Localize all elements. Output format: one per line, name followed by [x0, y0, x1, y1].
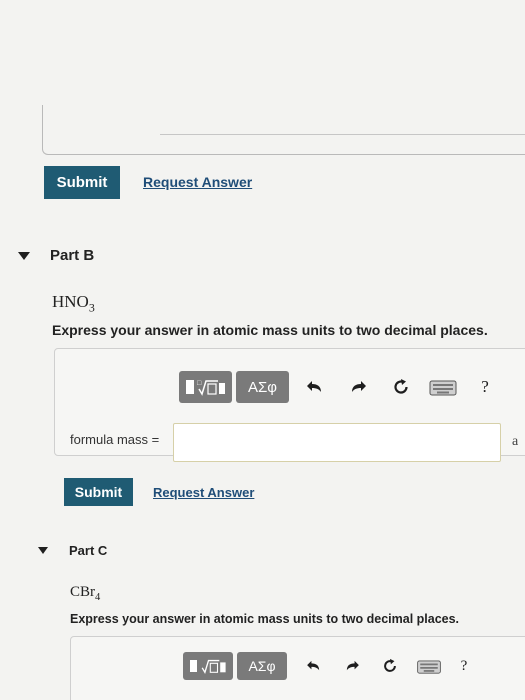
- part-b-keyboard-icon[interactable]: [428, 378, 458, 398]
- part-b-submit-button[interactable]: Submit: [64, 478, 133, 506]
- part-b-formula-mass-input[interactable]: [173, 423, 501, 462]
- part-b-redo-icon[interactable]: [348, 377, 368, 397]
- part-c-help-icon[interactable]: ?: [456, 656, 472, 676]
- part-c-formula-main: CBr: [70, 584, 96, 600]
- part-b-instruction: Express your answer in atomic mass units…: [52, 322, 488, 338]
- part-b-formula-main: HNO: [52, 292, 89, 311]
- part-b-unit-label: a: [512, 434, 519, 449]
- part-b-caret-down-icon[interactable]: [18, 252, 30, 260]
- templates-icon: [189, 657, 227, 675]
- part-b-greek-symbols-button[interactable]: ΑΣφ: [236, 371, 289, 403]
- part-b-undo-icon[interactable]: [305, 377, 325, 397]
- part-c-caret-down-icon[interactable]: [38, 547, 48, 554]
- part-b-formula-subscript: 3: [88, 300, 95, 315]
- previous-answer-underline: [160, 134, 525, 135]
- templates-icon: □: [185, 377, 226, 397]
- part-b-help-icon[interactable]: ?: [476, 376, 494, 398]
- part-c-undo-icon[interactable]: [305, 657, 323, 675]
- part-c-keyboard-icon[interactable]: [415, 658, 443, 676]
- part-c-title[interactable]: Part C: [69, 543, 107, 558]
- part-a-request-answer-link[interactable]: Request Answer: [143, 174, 252, 190]
- part-b-formula: HNO3: [52, 292, 95, 315]
- part-b-title[interactable]: Part B: [50, 247, 94, 264]
- previous-answer-box: [42, 105, 525, 155]
- svg-text:□: □: [197, 380, 202, 387]
- part-c-formula-subscript: 4: [95, 592, 101, 603]
- part-c-instruction: Express your answer in atomic mass units…: [70, 612, 460, 626]
- greek-symbols-icon: ΑΣφ: [247, 378, 277, 396]
- part-b-reset-icon[interactable]: [390, 376, 412, 398]
- part-c-templates-button[interactable]: [183, 652, 233, 680]
- part-c-reset-icon[interactable]: [380, 656, 400, 676]
- part-c-redo-icon[interactable]: [343, 657, 361, 675]
- part-a-submit-button[interactable]: Submit: [44, 166, 120, 199]
- part-b-formula-mass-label: formula mass =: [70, 432, 160, 447]
- part-b-request-answer-link[interactable]: Request Answer: [153, 485, 254, 500]
- part-c-formula: CBr4: [70, 584, 100, 603]
- greek-symbols-icon: ΑΣφ: [248, 658, 276, 674]
- part-c-greek-symbols-button[interactable]: ΑΣφ: [237, 652, 287, 680]
- part-b-templates-button[interactable]: □: [179, 371, 232, 403]
